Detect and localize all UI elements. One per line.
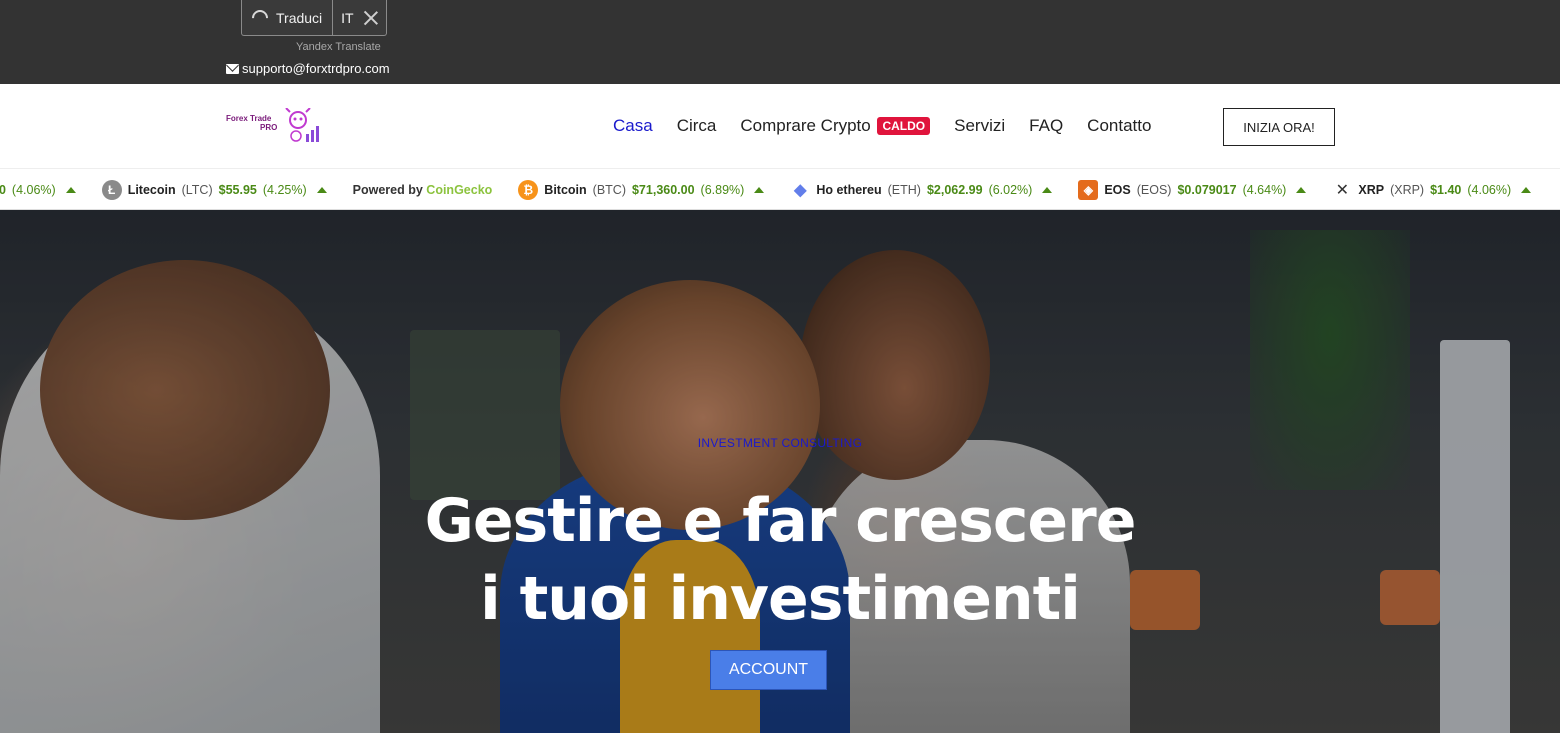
ticker-price: 40: [0, 183, 6, 197]
up-arrow-icon: [754, 187, 765, 193]
hero-title-line-1: Gestire e far crescere: [424, 486, 1137, 556]
translate-button[interactable]: Traduci: [242, 0, 334, 35]
site-logo[interactable]: Forex Trade PRO: [226, 107, 322, 146]
ticker-track: 40 (4.06%) Ł Litecoin (LTC) $55.95 (4.25…: [0, 169, 1557, 209]
eos-icon: ◈: [1078, 180, 1099, 200]
ticker-coin-name: Litecoin: [127, 183, 176, 197]
nav-links: Casa Circa Comprare Crypto CALDO Servizi…: [613, 116, 1151, 136]
hero-eyebrow: INVESTMENT CONSULTING: [697, 436, 863, 450]
ethereum-icon: ◆: [794, 182, 807, 199]
ticker-change: (4.06%): [1467, 183, 1512, 197]
ticker-coin-name: Ho ethereu: [816, 183, 882, 197]
contact-email[interactable]: supporto@forxtrdpro.com: [226, 61, 390, 76]
ticker-item-bitcoin[interactable]: ₿ Bitcoin (BTC) $71,360.00 (6.89%): [518, 180, 765, 200]
ticker-coin-symbol: (ETH): [887, 183, 921, 197]
language-code: IT: [341, 9, 354, 26]
ticker-item-fragment[interactable]: 40 (4.06%): [0, 183, 76, 197]
logo-graphic: Forex Trade PRO: [226, 107, 319, 142]
ticker-item-ethereum[interactable]: ◆ Ho ethereu (ETH) $2,062.99 (6.02%): [790, 180, 1053, 200]
ticker-price: $2,062.99: [926, 183, 983, 197]
ticker-price: $0.079017: [1177, 183, 1237, 197]
loading-spinner-icon: [248, 6, 272, 29]
ticker-change: (6.02%): [988, 183, 1033, 197]
powered-by-coingecko[interactable]: Powered by CoinGecko: [353, 183, 493, 197]
ticker-price: $71,360.00: [631, 183, 695, 197]
coingecko-link: CoinGecko: [426, 183, 493, 197]
litecoin-icon: Ł: [101, 180, 122, 200]
ticker-price: $1.40: [1430, 183, 1462, 197]
account-button[interactable]: ACCOUNT: [710, 650, 827, 690]
ticker-item-eos[interactable]: ◈ EOS (EOS) $0.079017 (4.64%): [1078, 180, 1307, 200]
logo-text-2: PRO: [260, 123, 277, 132]
up-arrow-icon: [1296, 187, 1307, 193]
up-arrow-icon: [1521, 187, 1532, 193]
nav-item-comprare-crypto-label: Comprare Crypto: [740, 116, 871, 135]
hero-title: Gestire e far crescere i tuoi investimen…: [0, 482, 1560, 638]
up-arrow-icon: [1042, 187, 1053, 193]
start-now-button[interactable]: INIZIA ORA!: [1223, 108, 1335, 146]
up-arrow-icon: [316, 187, 327, 193]
ticker-price: $55.95: [218, 183, 257, 197]
main-navigation: Forex Trade PRO Casa Circa Comprare Cryp…: [0, 84, 1560, 168]
hero-section: INVESTMENT CONSULTING Gestire e far cres…: [0, 210, 1560, 733]
ticker-item-litecoin[interactable]: Ł Litecoin (LTC) $55.95 (4.25%): [101, 180, 327, 200]
close-icon[interactable]: [364, 11, 378, 25]
crypto-ticker: 40 (4.06%) Ł Litecoin (LTC) $55.95 (4.25…: [0, 168, 1560, 210]
mail-icon: [226, 63, 239, 74]
translate-provider-label: Yandex Translate: [296, 41, 381, 53]
nav-item-faq[interactable]: FAQ: [1029, 116, 1063, 136]
hot-badge: CALDO: [877, 117, 931, 135]
ticker-coin-name: Bitcoin: [544, 183, 587, 197]
language-selector[interactable]: IT: [333, 0, 385, 35]
nav-item-servizi[interactable]: Servizi: [954, 116, 1005, 136]
top-bar: Traduci IT Yandex Translate supporto@for…: [0, 0, 1560, 84]
ticker-change: (4.06%): [11, 183, 56, 197]
nav-item-casa[interactable]: Casa: [613, 116, 653, 136]
ticker-change: (6.89%): [700, 183, 745, 197]
ticker-coin-name: XRP: [1358, 183, 1385, 197]
nav-item-comprare-crypto[interactable]: Comprare Crypto CALDO: [740, 116, 931, 136]
translate-widget: Traduci IT: [241, 0, 387, 36]
contact-email-text: supporto@forxtrdpro.com: [242, 61, 390, 76]
ticker-change: (4.64%): [1242, 183, 1287, 197]
ticker-coin-symbol: (LTC): [181, 183, 213, 197]
xrp-icon: ✕: [1335, 182, 1350, 199]
translate-label: Traduci: [276, 9, 323, 26]
logo-text-1: Forex Trade: [226, 114, 272, 123]
ticker-change: (4.25%): [262, 183, 307, 197]
ticker-item-xrp[interactable]: ✕ XRP (XRP) $1.40 (4.06%): [1332, 180, 1532, 200]
up-arrow-icon: [65, 187, 76, 193]
ticker-coin-name: EOS: [1104, 183, 1131, 197]
nav-item-circa[interactable]: Circa: [677, 116, 717, 136]
ticker-coin-symbol: (EOS): [1136, 183, 1172, 197]
hero-title-line-2: i tuoi investimenti: [480, 564, 1081, 634]
nav-item-contatto[interactable]: Contatto: [1087, 116, 1151, 136]
ticker-coin-symbol: (XRP): [1390, 183, 1425, 197]
bitcoin-icon: ₿: [518, 180, 539, 200]
ticker-coin-symbol: (BTC): [592, 183, 626, 197]
powered-by-prefix: Powered by: [352, 183, 423, 197]
